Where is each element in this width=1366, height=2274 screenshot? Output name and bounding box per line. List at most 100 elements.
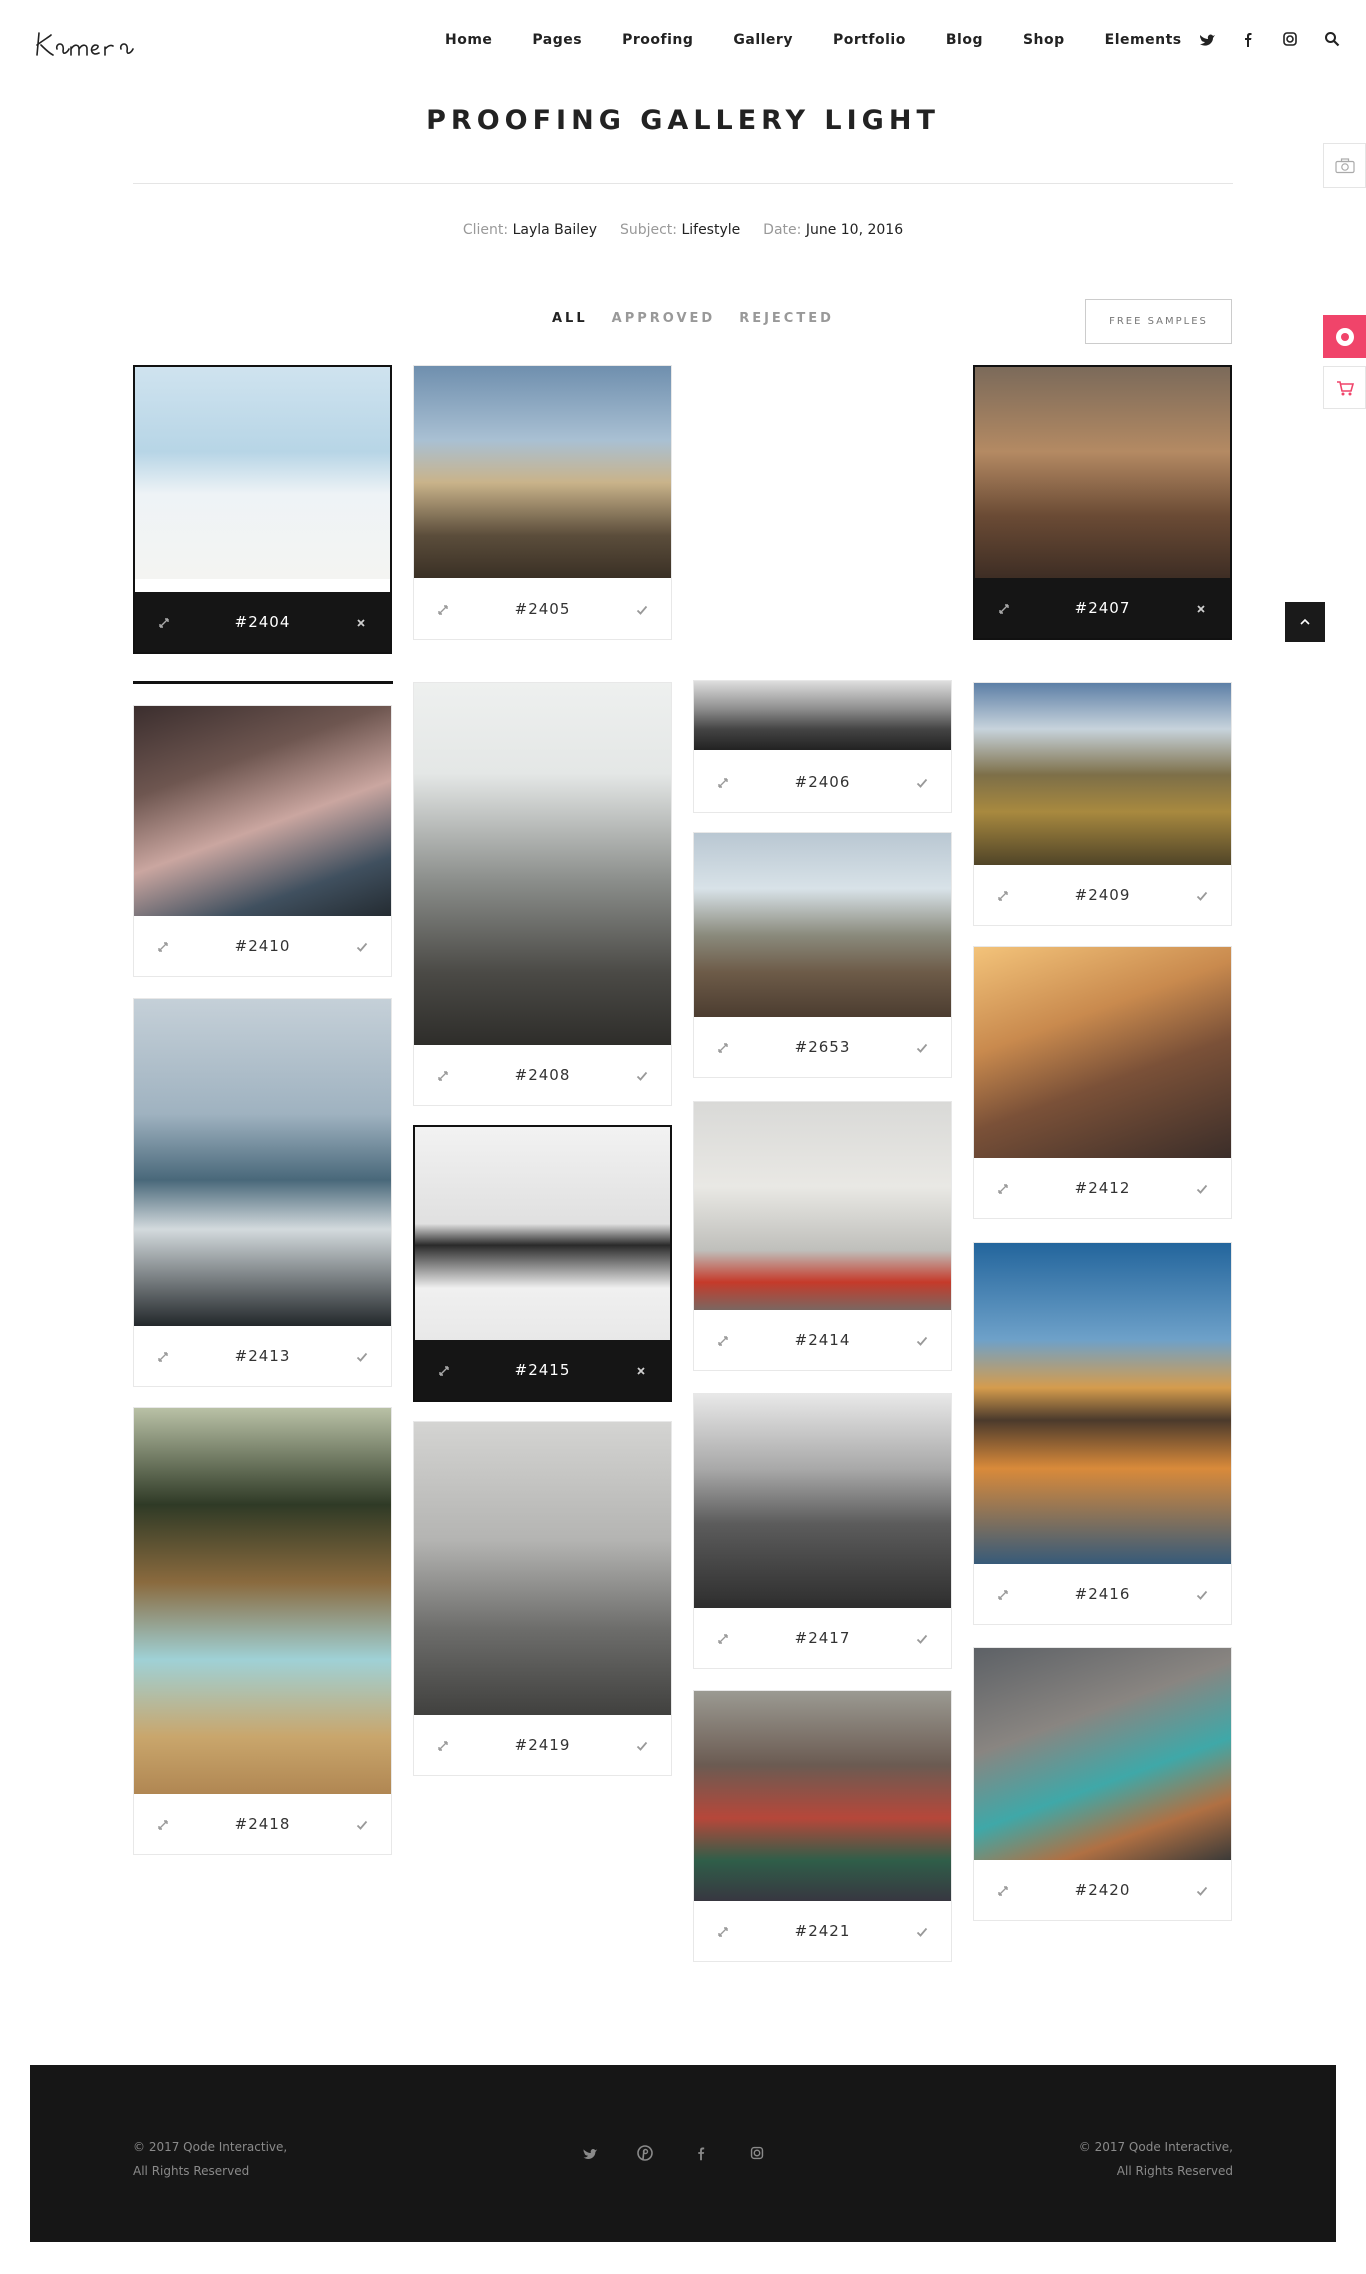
expand-icon[interactable]	[156, 1349, 170, 1363]
approve-check-icon[interactable]	[355, 939, 369, 953]
expand-icon[interactable]	[997, 601, 1011, 615]
approve-check-icon[interactable]	[915, 1040, 929, 1054]
gallery-item-bar: #2420	[974, 1860, 1231, 1920]
nav-shop[interactable]: Shop	[1023, 32, 1065, 48]
approve-check-icon[interactable]	[635, 1738, 649, 1752]
gallery-item[interactable]: #2421	[693, 1690, 952, 1962]
gallery-photo[interactable]	[975, 367, 1230, 579]
twitter-icon[interactable]	[579, 2143, 599, 2163]
gallery-photo[interactable]	[694, 681, 951, 750]
approve-check-icon[interactable]	[915, 1924, 929, 1938]
cart-icon[interactable]	[1323, 366, 1366, 409]
gallery-item[interactable]: #2416	[973, 1242, 1232, 1625]
expand-icon[interactable]	[436, 1068, 450, 1082]
gallery-photo[interactable]	[694, 1394, 951, 1610]
nav-elements[interactable]: Elements	[1105, 32, 1182, 48]
facebook-icon[interactable]	[1237, 28, 1259, 50]
gallery-photo[interactable]	[974, 947, 1231, 1160]
expand-icon[interactable]	[716, 1631, 730, 1645]
gallery-photo[interactable]	[414, 366, 671, 578]
approve-check-icon[interactable]	[1195, 1587, 1209, 1601]
expand-icon[interactable]	[716, 1040, 730, 1054]
gallery-item[interactable]: #2419	[413, 1421, 672, 1776]
expand-icon[interactable]	[716, 1924, 730, 1938]
approve-check-icon[interactable]	[915, 1631, 929, 1645]
gallery-item[interactable]: #2417	[693, 1393, 952, 1669]
gallery-photo[interactable]	[415, 1127, 670, 1342]
nav-proofing[interactable]: Proofing	[622, 32, 693, 48]
gallery-photo[interactable]	[134, 706, 391, 918]
reject-icon[interactable]	[1194, 601, 1208, 615]
main-nav: Home Pages Proofing Gallery Portfolio Bl…	[445, 0, 1222, 80]
gallery-photo[interactable]	[694, 1691, 951, 1903]
expand-icon[interactable]	[996, 888, 1010, 902]
gallery-photo[interactable]	[135, 367, 390, 579]
search-icon[interactable]	[1321, 28, 1343, 50]
gallery-item[interactable]: #2410	[133, 705, 392, 977]
gallery-photo[interactable]	[134, 1408, 391, 1795]
twitter-icon[interactable]	[1195, 28, 1217, 50]
gallery-item[interactable]: #2405	[413, 365, 672, 640]
instagram-icon[interactable]	[747, 2143, 767, 2163]
filter-all[interactable]: ALL	[552, 311, 588, 326]
gallery-photo[interactable]	[694, 1102, 951, 1314]
expand-icon[interactable]	[156, 939, 170, 953]
expand-icon[interactable]	[716, 1333, 730, 1347]
approve-check-icon[interactable]	[635, 602, 649, 616]
gallery-item[interactable]: #2420	[973, 1647, 1232, 1921]
gallery-item[interactable]: #2408	[413, 682, 672, 1106]
expand-icon[interactable]	[996, 1181, 1010, 1195]
reject-icon[interactable]	[354, 615, 368, 629]
gallery-photo[interactable]	[134, 999, 391, 1328]
nav-home[interactable]: Home	[445, 32, 492, 48]
nav-blog[interactable]: Blog	[946, 32, 983, 48]
expand-icon[interactable]	[157, 615, 171, 629]
gallery-photo[interactable]	[694, 833, 951, 1019]
camera-icon[interactable]	[1323, 143, 1366, 188]
gallery-photo[interactable]	[414, 1422, 671, 1718]
approve-check-icon[interactable]	[635, 1068, 649, 1082]
gallery-item[interactable]: #2418	[133, 1407, 392, 1855]
gallery-item[interactable]: #2415	[413, 1125, 672, 1402]
filter-approved[interactable]: APPROVED	[612, 311, 716, 326]
gallery-photo[interactable]	[974, 1648, 1231, 1860]
gallery-item[interactable]: #2406	[693, 680, 952, 813]
filter-rejected[interactable]: REJECTED	[739, 311, 834, 326]
gallery-photo[interactable]	[974, 683, 1231, 867]
nav-pages[interactable]: Pages	[532, 32, 582, 48]
expand-icon[interactable]	[437, 1363, 451, 1377]
approve-check-icon[interactable]	[915, 775, 929, 789]
expand-icon[interactable]	[996, 1883, 1010, 1897]
instagram-icon[interactable]	[1279, 28, 1301, 50]
free-samples-button[interactable]: FREE SAMPLES	[1085, 299, 1232, 344]
gallery-item[interactable]: #2414	[693, 1101, 952, 1371]
expand-icon[interactable]	[436, 1738, 450, 1752]
reject-icon[interactable]	[634, 1363, 648, 1377]
facebook-icon[interactable]	[691, 2143, 711, 2163]
gallery-photo[interactable]	[414, 683, 671, 1045]
image-number: #2418	[234, 1815, 291, 1833]
approve-check-icon[interactable]	[1195, 1883, 1209, 1897]
gallery-item[interactable]: #2413	[133, 998, 392, 1387]
approve-check-icon[interactable]	[1195, 888, 1209, 902]
gallery-photo[interactable]	[974, 1243, 1231, 1565]
expand-icon[interactable]	[156, 1817, 170, 1831]
pinterest-icon[interactable]	[635, 2143, 655, 2163]
gallery-item[interactable]: #2409	[973, 682, 1232, 926]
expand-icon[interactable]	[436, 602, 450, 616]
approve-check-icon[interactable]	[355, 1349, 369, 1363]
expand-icon[interactable]	[716, 775, 730, 789]
gallery-item[interactable]: #2412	[973, 946, 1232, 1219]
back-to-top-button[interactable]	[1285, 602, 1325, 642]
nav-portfolio[interactable]: Portfolio	[833, 32, 906, 48]
gallery-item[interactable]: #2404	[133, 365, 392, 654]
approve-check-icon[interactable]	[915, 1333, 929, 1347]
nav-gallery[interactable]: Gallery	[733, 32, 793, 48]
expand-icon[interactable]	[996, 1587, 1010, 1601]
gallery-item[interactable]: #2653	[693, 832, 952, 1078]
gallery-item[interactable]: #2407	[973, 365, 1232, 640]
lifebuoy-icon[interactable]	[1323, 315, 1366, 358]
approve-check-icon[interactable]	[355, 1817, 369, 1831]
approve-check-icon[interactable]	[1195, 1181, 1209, 1195]
logo[interactable]	[33, 15, 183, 65]
